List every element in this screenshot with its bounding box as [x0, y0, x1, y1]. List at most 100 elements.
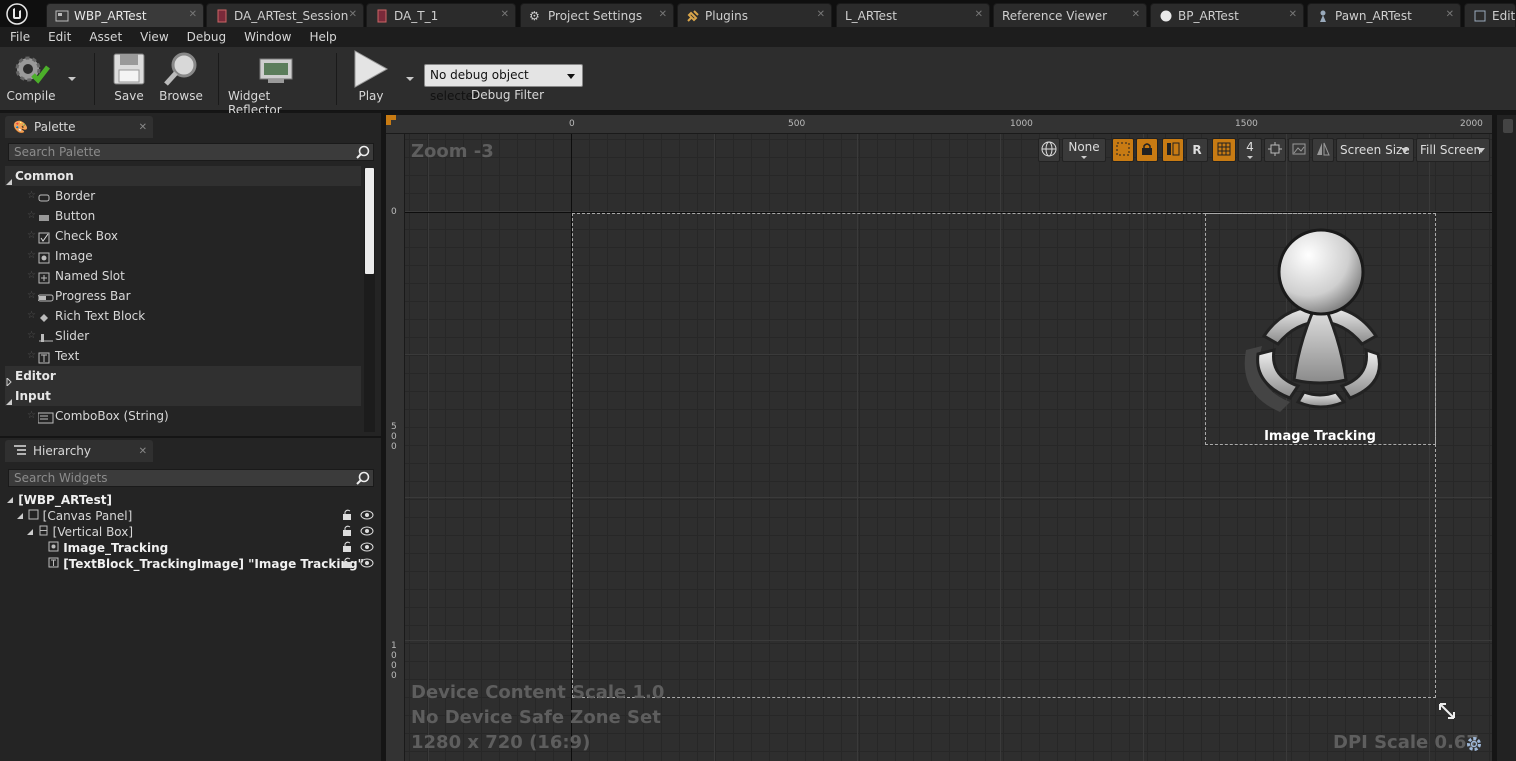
play-options-chevron-down-icon[interactable]	[406, 77, 414, 81]
toggle-grid-snap-button[interactable]	[1212, 138, 1236, 162]
flip-mirror-button[interactable]	[1312, 138, 1334, 162]
palette-item-button[interactable]: ☆ Button	[5, 206, 361, 226]
close-icon[interactable]: ✕	[189, 9, 197, 20]
background-image-button[interactable]	[1288, 138, 1310, 162]
palette-item-border[interactable]: ☆ Border	[5, 186, 361, 206]
close-icon[interactable]: ✕	[501, 9, 509, 20]
compile-options-chevron-down-icon[interactable]	[68, 77, 76, 81]
tab-bp-artest[interactable]: BP_ARTest ✕	[1150, 3, 1304, 27]
tab-project-settings[interactable]: ⚙ Project Settings ✕	[520, 3, 674, 27]
favorite-star-icon[interactable]: ☆	[27, 246, 36, 266]
palette-item-combobox-string[interactable]: ☆ ComboBox (String)	[5, 406, 361, 426]
close-icon[interactable]: ✕	[139, 446, 147, 457]
compile-button[interactable]: Compile	[6, 49, 56, 103]
palette-search-input[interactable]: Search Palette	[8, 143, 374, 161]
palette-category-editor[interactable]: Editor	[5, 366, 361, 388]
scrollbar-thumb[interactable]	[365, 168, 374, 274]
favorite-star-icon[interactable]: ☆	[27, 306, 36, 326]
menu-debug[interactable]: Debug	[178, 27, 235, 47]
palette-tab[interactable]: 🎨 Palette ✕	[5, 116, 153, 138]
tab-reference-viewer[interactable]: Reference Viewer ✕	[993, 3, 1147, 27]
menu-edit[interactable]: Edit	[39, 27, 80, 47]
close-icon[interactable]: ✕	[1132, 9, 1140, 20]
visibility-eye-icon[interactable]	[360, 525, 374, 541]
favorite-star-icon[interactable]: ☆	[27, 266, 36, 286]
menu-help[interactable]: Help	[300, 27, 345, 47]
resize-handle-icon[interactable]	[1438, 702, 1456, 720]
lock-icon[interactable]	[342, 509, 354, 525]
favorite-star-icon[interactable]: ☆	[27, 346, 36, 366]
favorite-star-icon[interactable]: ☆	[27, 206, 36, 226]
image-tracking-caption[interactable]: Image Tracking	[1258, 429, 1382, 444]
favorite-star-icon[interactable]: ☆	[27, 406, 36, 426]
widget-reflector-button[interactable]: Widget Reflector	[228, 49, 324, 117]
browse-button[interactable]: Browse	[158, 49, 204, 103]
menu-file[interactable]: File	[0, 27, 39, 47]
details-tab-icon[interactable]	[1503, 119, 1513, 133]
favorite-star-icon[interactable]: ☆	[27, 326, 36, 346]
palette-item-text[interactable]: ☆ Text	[5, 346, 361, 366]
zoom-to-fit-button[interactable]	[1264, 138, 1286, 162]
palette-item-progress-bar[interactable]: ☆ Progress Bar	[5, 286, 361, 306]
hierarchy-tab[interactable]: Hierarchy ✕	[5, 440, 153, 462]
visibility-eye-icon[interactable]	[360, 557, 374, 573]
dpi-settings-gear-icon[interactable]	[1465, 735, 1483, 753]
menu-window[interactable]: Window	[235, 27, 300, 47]
unreal-logo-icon[interactable]	[0, 0, 34, 27]
favorite-star-icon[interactable]: ☆	[27, 286, 36, 306]
lock-icon[interactable]	[342, 557, 354, 573]
tab-da-artest-session[interactable]: DA_ARTest_Session ✕	[206, 3, 364, 27]
toolbar-divider	[336, 53, 337, 105]
tab-editor[interactable]: Edito	[1464, 3, 1516, 27]
hierarchy-item-canvas-panel[interactable]: [Canvas Panel]	[16, 508, 374, 524]
toggle-layout-button[interactable]	[1162, 138, 1184, 162]
toggle-outline-button[interactable]	[1112, 138, 1134, 162]
tab-l-artest[interactable]: L_ARTest ✕	[836, 3, 990, 27]
tab-pawn-artest[interactable]: Pawn_ARTest ✕	[1307, 3, 1461, 27]
menu-view[interactable]: View	[131, 27, 177, 47]
grid-snap-size-select[interactable]: 4	[1238, 138, 1262, 162]
hierarchy-item-vertical-box[interactable]: [Vertical Box]	[26, 524, 374, 540]
close-icon[interactable]: ✕	[659, 9, 667, 20]
tab-da-t-1[interactable]: DA_T_1 ✕	[366, 3, 516, 27]
toggle-respect-locks-button[interactable]: R	[1186, 138, 1208, 162]
editor-icon	[1473, 9, 1487, 23]
debug-object-select[interactable]: No debug object selected	[424, 64, 583, 103]
fill-screen-select[interactable]: Fill Screen	[1416, 138, 1490, 162]
palette-item-named-slot[interactable]: ☆ Named Slot	[5, 266, 361, 286]
lock-icon[interactable]	[342, 525, 354, 541]
play-button[interactable]: Play	[346, 49, 396, 103]
palette-item-slider[interactable]: ☆ Slider	[5, 326, 361, 346]
close-icon[interactable]: ✕	[975, 9, 983, 20]
save-disk-icon	[109, 49, 149, 89]
palette-item-rich-text-block[interactable]: ☆ Rich Text Block	[5, 306, 361, 326]
tab-plugins[interactable]: Plugins ✕	[677, 3, 832, 27]
close-icon[interactable]: ✕	[817, 9, 825, 20]
close-icon[interactable]: ✕	[1289, 9, 1297, 20]
palette-item-check-box[interactable]: ☆ Check Box	[5, 226, 361, 246]
close-icon[interactable]: ✕	[1446, 9, 1454, 20]
localization-preview-select[interactable]: None	[1062, 138, 1106, 162]
tab-wbp-artest[interactable]: WBP_ARTest ✕	[46, 3, 204, 27]
hierarchy-item-image-tracking[interactable]: Image_Tracking	[48, 540, 374, 556]
toggle-lock-button[interactable]	[1136, 138, 1158, 162]
palette-category-common[interactable]: Common	[5, 166, 361, 186]
hierarchy-search-input[interactable]: Search Widgets	[8, 469, 374, 487]
favorite-star-icon[interactable]: ☆	[27, 226, 36, 246]
close-icon[interactable]: ✕	[139, 122, 147, 133]
palette-item-image[interactable]: ☆ Image	[5, 246, 361, 266]
lock-icon[interactable]	[342, 541, 354, 557]
localization-globe-button[interactable]	[1038, 138, 1060, 162]
palette-category-input[interactable]: Input	[5, 386, 361, 406]
save-button[interactable]: Save	[108, 49, 150, 103]
palette-scrollbar[interactable]	[364, 168, 375, 432]
favorite-star-icon[interactable]: ☆	[27, 186, 36, 206]
hierarchy-root-item[interactable]: [WBP_ARTest]	[6, 492, 112, 508]
image-tracking-pawn-icon[interactable]	[1240, 226, 1400, 418]
close-icon[interactable]: ✕	[349, 9, 357, 20]
menu-asset[interactable]: Asset	[80, 27, 131, 47]
visibility-eye-icon[interactable]	[360, 541, 374, 557]
screen-size-select[interactable]: Screen Size	[1336, 138, 1414, 162]
visibility-eye-icon[interactable]	[360, 509, 374, 525]
hierarchy-item-textblock[interactable]: [TextBlock_TrackingImage] "Image Trackin…	[48, 556, 374, 572]
